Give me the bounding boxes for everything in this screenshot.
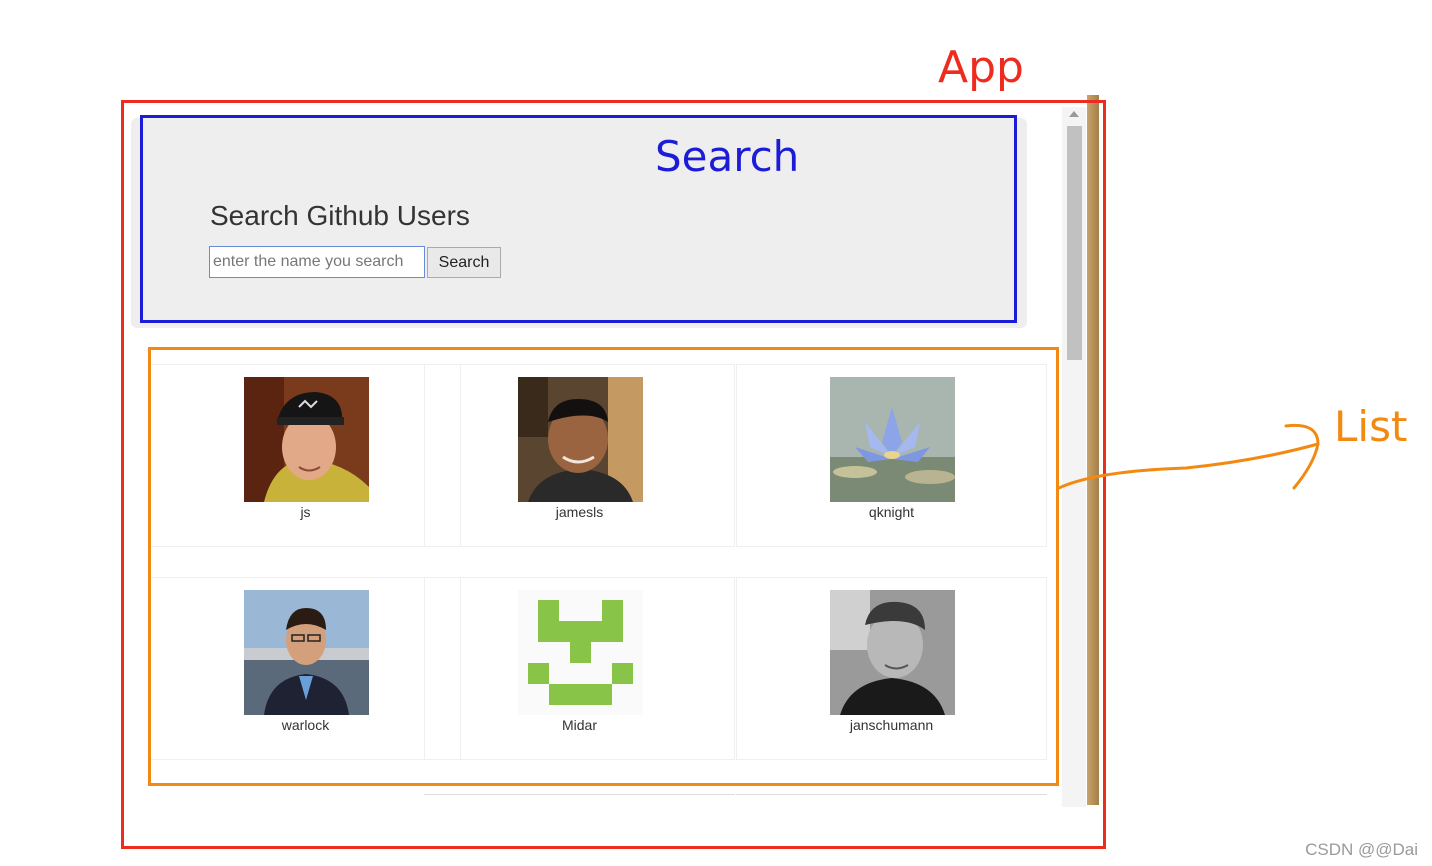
list-arrow-icon — [1057, 423, 1320, 490]
app-annotation-label: App — [938, 42, 1024, 93]
list-annotation-label: List — [1334, 402, 1408, 451]
list-annotation-box — [148, 347, 1059, 786]
search-annotation-label: Search — [655, 132, 800, 181]
watermark: CSDN @@Dai — [1305, 840, 1418, 859]
search-annotation-box — [140, 115, 1017, 323]
